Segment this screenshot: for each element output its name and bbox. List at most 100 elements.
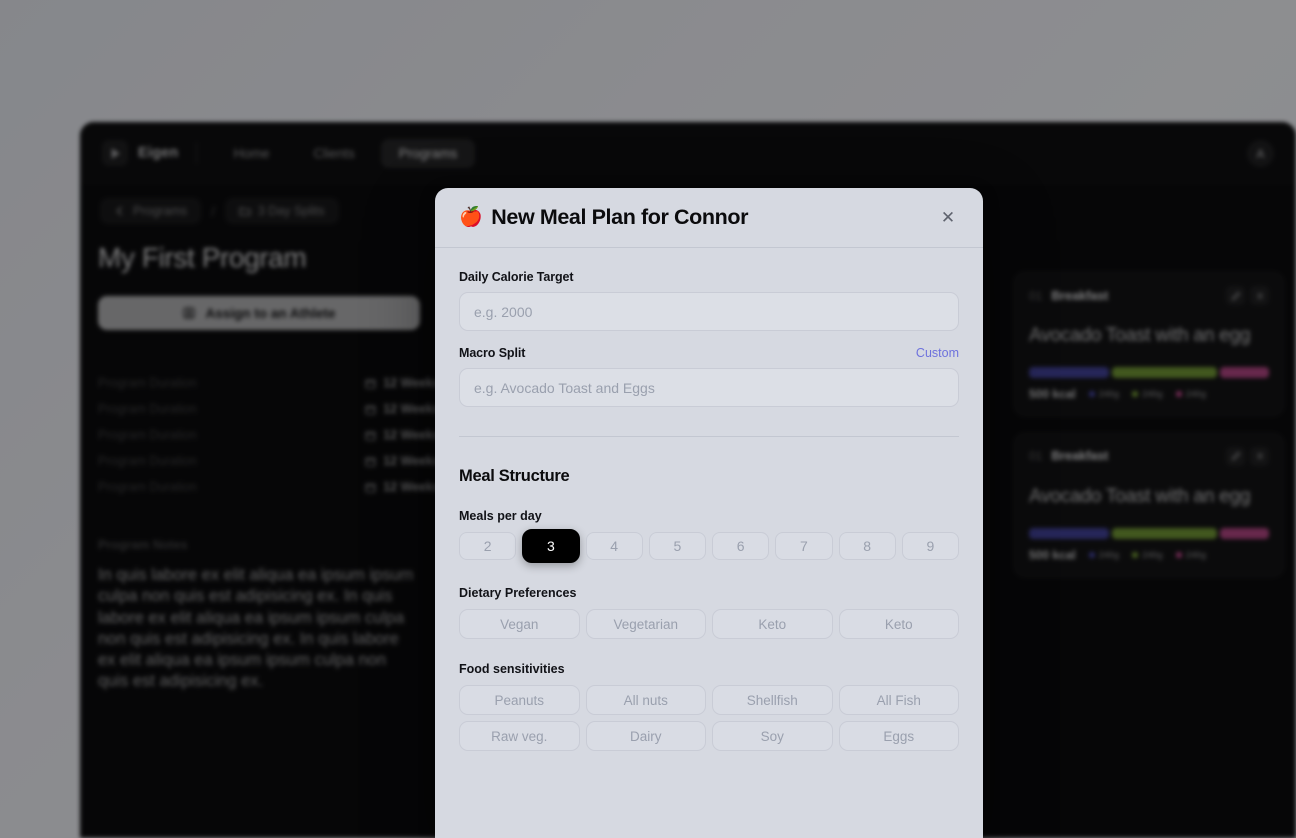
breadcrumb-current-label: 3 Day Splits: [257, 204, 325, 218]
calorie-target-input[interactable]: [459, 292, 959, 331]
meal-card[interactable]: 01 Breakfast Avocado Toast with an egg 5…: [1014, 272, 1284, 416]
food-sensitivities-label: Food sensitivities: [459, 662, 565, 676]
dietary-option-vegetarian[interactable]: Vegetarian: [585, 609, 706, 639]
legend-dot-protein: [1088, 551, 1095, 558]
sensitivity-option-peanuts[interactable]: Peanuts: [459, 685, 580, 715]
drag-handle-icon[interactable]: [1250, 286, 1269, 305]
macro-segment-carbs: [1111, 527, 1217, 539]
calorie-target-label: Daily Calorie Target: [459, 270, 574, 284]
dietary-preferences-label: Dietary Preferences: [459, 586, 577, 600]
macro-segment-fat: [1219, 527, 1269, 539]
dietary-option-vegan[interactable]: Vegan: [459, 609, 580, 639]
assign-button-label: Assign to an Athlete: [205, 305, 336, 321]
athlete-icon: [183, 307, 196, 319]
meals-per-day-option-9[interactable]: 9: [901, 532, 959, 560]
meals-per-day-options: 2 3 4 5 6 7 8 9: [459, 529, 959, 563]
sensitivity-option-shellfish[interactable]: Shellfish: [712, 685, 833, 715]
meta-row: Program Duration 12 Weeks: [98, 396, 440, 422]
meta-label: Program Duration: [98, 428, 197, 442]
macro-segment-carbs: [1111, 366, 1217, 378]
meal-card-index: 01: [1029, 288, 1043, 303]
sensitivity-option-dairy[interactable]: Dairy: [585, 721, 706, 751]
meta-row: Program Duration 12 Weeks: [98, 422, 440, 448]
breadcrumb-back-label: Programs: [133, 204, 188, 218]
meta-row: Program Duration 12 Weeks: [98, 474, 440, 500]
sensitivity-option-raw-veg[interactable]: Raw veg.: [459, 721, 580, 751]
breadcrumb-current[interactable]: 3 Day Splits: [224, 198, 339, 224]
new-meal-plan-dialog: 🍎 New Meal Plan for Connor ✕ Daily Calor…: [435, 188, 983, 838]
meal-card-actions: [1226, 286, 1269, 305]
legend-label-carbs: 240g: [1142, 549, 1163, 560]
apple-icon: 🍎: [459, 207, 483, 228]
arrow-left-icon: [116, 206, 123, 216]
meals-per-day-option-7[interactable]: 7: [775, 532, 833, 560]
macro-split-input[interactable]: [459, 368, 959, 407]
sensitivity-option-all-nuts[interactable]: All nuts: [585, 685, 706, 715]
custom-macro-link[interactable]: Custom: [916, 346, 959, 360]
dialog-body: Daily Calorie Target Macro Split Custom …: [435, 248, 983, 751]
meta-row: Program Duration 12 Weeks: [98, 448, 440, 474]
dialog-header: 🍎 New Meal Plan for Connor ✕: [435, 188, 983, 248]
meal-card[interactable]: 01 Breakfast Avocado Toast with an egg 5…: [1014, 432, 1284, 577]
meals-per-day-option-4[interactable]: 4: [585, 532, 643, 560]
program-meta-list: Program Duration 12 Weeks Program Durati…: [98, 370, 440, 500]
avatar[interactable]: A: [1247, 140, 1274, 167]
legend-dot-protein: [1088, 390, 1095, 397]
nav-item-programs[interactable]: Programs: [380, 138, 476, 168]
meta-label: Program Duration: [98, 376, 197, 390]
meal-card-index: 01: [1029, 449, 1043, 464]
meta-row: Program Duration 12 Weeks: [98, 370, 440, 396]
macro-legend: 500 kcal 240g 240g 240g: [1029, 387, 1269, 401]
macro-split-field-block: Macro Split Custom: [459, 346, 959, 407]
dialog-title: 🍎 New Meal Plan for Connor: [459, 205, 748, 230]
nav-links: Home Clients Programs: [215, 138, 476, 168]
meal-card-dish: Avocado Toast with an egg: [1029, 325, 1251, 346]
calendar-icon: [365, 404, 376, 415]
meta-value-text: 12 Weeks: [383, 376, 440, 390]
legend-dot-carbs: [1132, 551, 1139, 558]
macro-bar: [1029, 527, 1269, 539]
calorie-target-field-block: Daily Calorie Target: [459, 270, 959, 331]
legend-label-protein: 240g: [1098, 549, 1120, 560]
macro-segment-protein: [1029, 366, 1109, 378]
meal-structure-heading: Meal Structure: [459, 467, 570, 485]
meta-value: 12 Weeks: [365, 402, 440, 416]
breadcrumb-back-programs[interactable]: Programs: [100, 198, 202, 224]
dietary-option-keto-2[interactable]: Keto: [838, 609, 959, 639]
calendar-icon: [365, 430, 376, 441]
meals-per-day-option-6[interactable]: 6: [712, 532, 770, 560]
sensitivity-option-eggs[interactable]: Eggs: [838, 721, 959, 751]
legend-label-protein: 240g: [1098, 388, 1120, 399]
sensitivity-option-soy[interactable]: Soy: [712, 721, 833, 751]
assign-to-athlete-button[interactable]: Assign to an Athlete: [98, 296, 420, 330]
meta-value: 12 Weeks: [365, 454, 440, 468]
drag-handle-icon[interactable]: [1250, 446, 1269, 466]
folder-icon: [239, 207, 251, 216]
meals-per-day-option-2[interactable]: 2: [459, 532, 517, 560]
breadcrumb-separator: /: [211, 203, 215, 219]
legend-dot-fat: [1175, 551, 1182, 558]
legend-item-carbs: 240g: [1132, 389, 1163, 399]
legend-label-carbs: 240g: [1142, 388, 1163, 399]
legend-dot-carbs: [1132, 390, 1139, 397]
dialog-title-text: New Meal Plan for Connor: [491, 205, 749, 229]
close-icon[interactable]: ✕: [935, 205, 961, 231]
program-detail-column: My First Program Assign to an Athlete Pr…: [98, 242, 440, 693]
macro-split-label: Macro Split: [459, 346, 526, 360]
meals-per-day-option-5[interactable]: 5: [648, 532, 706, 560]
edit-pencil-icon[interactable]: [1226, 446, 1245, 466]
meal-card-header: 01 Breakfast: [1029, 446, 1269, 466]
meals-per-day-option-3[interactable]: 3: [522, 529, 580, 563]
macro-segment-protein: [1029, 527, 1109, 539]
dietary-option-keto-1[interactable]: Keto: [712, 609, 833, 639]
meta-value: 12 Weeks: [365, 376, 440, 390]
meta-label: Program Duration: [98, 402, 197, 416]
nav-item-home[interactable]: Home: [215, 139, 287, 168]
program-notes-body: In quis labore ex elit aliqua ea ipsum i…: [98, 566, 414, 691]
meta-value: 12 Weeks: [365, 480, 440, 494]
edit-pencil-icon[interactable]: [1226, 286, 1245, 305]
meals-per-day-option-8[interactable]: 8: [838, 532, 896, 560]
macro-bar: [1029, 366, 1269, 378]
nav-item-clients[interactable]: Clients: [296, 139, 373, 168]
sensitivity-option-all-fish[interactable]: All Fish: [838, 685, 959, 715]
